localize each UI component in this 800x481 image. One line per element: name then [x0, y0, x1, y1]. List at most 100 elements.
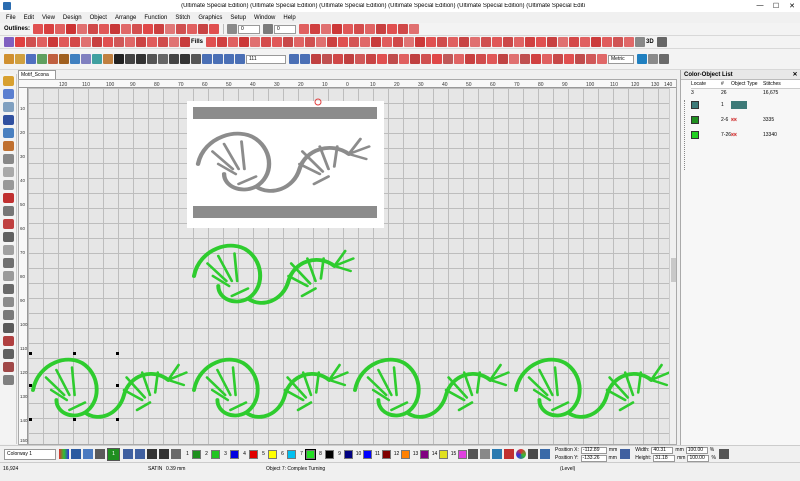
outline-blanket-icon[interactable]: [143, 24, 154, 34]
fill-type2-icon[interactable]: [217, 37, 228, 47]
show-needle-icon[interactable]: [410, 54, 420, 64]
fill-type24-icon[interactable]: [459, 37, 470, 47]
palette-swatch-2[interactable]: 2: [202, 449, 220, 459]
height-field[interactable]: 31.18: [653, 454, 676, 462]
trim-tool-icon[interactable]: [3, 336, 14, 346]
zoom-box-icon[interactable]: [224, 54, 234, 64]
spiral-tool-icon[interactable]: [3, 271, 14, 281]
zoom-in-icon[interactable]: [202, 54, 212, 64]
arc-tool-icon[interactable]: [3, 232, 14, 242]
menu-graphics[interactable]: Graphics: [198, 15, 222, 21]
outline-ripple-icon[interactable]: [198, 24, 209, 34]
fill-contour-icon[interactable]: [70, 37, 80, 47]
outline-extra3-icon[interactable]: [321, 24, 332, 34]
palette-menu-icon[interactable]: [468, 449, 478, 459]
vertical-scrollbar[interactable]: [669, 88, 676, 444]
fill-type27-icon[interactable]: [492, 37, 503, 47]
fill-type31-icon[interactable]: [536, 37, 547, 47]
stitch-tool-icon[interactable]: [3, 323, 14, 333]
menu-design[interactable]: Design: [63, 15, 82, 21]
record-tool-icon[interactable]: [3, 193, 14, 203]
show-functions-icon[interactable]: [432, 54, 442, 64]
fill-type36-icon[interactable]: [591, 37, 602, 47]
show-selected-icon[interactable]: [586, 54, 596, 64]
circle-tool-icon[interactable]: [3, 154, 14, 164]
minimize-button[interactable]: —: [752, 2, 768, 10]
selection-handle[interactable]: [29, 384, 32, 387]
color-wheel-icon[interactable]: [83, 449, 93, 459]
fill-type30-icon[interactable]: [525, 37, 536, 47]
color-picker-icon[interactable]: [516, 449, 526, 459]
fill-motif-icon[interactable]: [48, 37, 58, 47]
design-canvas[interactable]: 120 110 100 90 80 70 60 50 40 30 20 10 0…: [18, 79, 677, 445]
width-field[interactable]: 40.31: [651, 446, 674, 454]
col-object-type[interactable]: Object Type: [731, 80, 763, 88]
fill-type20-icon[interactable]: [415, 37, 426, 47]
units-field[interactable]: Metric: [608, 54, 634, 64]
show-grid-icon[interactable]: [355, 54, 365, 64]
curve-tool-icon[interactable]: [3, 258, 14, 268]
ring-tool-icon[interactable]: [3, 167, 14, 177]
show-rulers-icon[interactable]: [366, 54, 376, 64]
thread-chart-icon[interactable]: [71, 449, 81, 459]
trace-icon[interactable]: [528, 449, 538, 459]
palette-swatch-14[interactable]: 14: [430, 449, 448, 459]
fill-zigzag-icon[interactable]: [180, 37, 190, 47]
show-end-icon[interactable]: [542, 54, 552, 64]
menu-stitch[interactable]: Stitch: [175, 15, 190, 21]
show-fabric-icon[interactable]: [333, 54, 343, 64]
selection-handle[interactable]: [29, 352, 32, 355]
outline-candle-icon[interactable]: [121, 24, 132, 34]
oval-tool-icon[interactable]: [3, 180, 14, 190]
col-locate[interactable]: Locate: [691, 80, 721, 88]
kaleido-icon[interactable]: [81, 54, 91, 64]
outline-extra4-icon[interactable]: [332, 24, 343, 34]
fill-type1-icon[interactable]: [206, 37, 217, 47]
selection-handle[interactable]: [116, 418, 119, 421]
menu-setup[interactable]: Setup: [230, 15, 246, 21]
outline-extra2-icon[interactable]: [310, 24, 321, 34]
no-stop-icon[interactable]: [15, 37, 25, 47]
zoom-fit-icon[interactable]: [235, 54, 245, 64]
pan-icon[interactable]: [289, 54, 299, 64]
palette-swatch-1[interactable]: 1: [183, 449, 201, 459]
fill-type8-icon[interactable]: [283, 37, 294, 47]
selection-handle[interactable]: [73, 418, 76, 421]
pointer-tool-icon[interactable]: [4, 54, 14, 64]
menu-window[interactable]: Window: [254, 15, 275, 21]
fill-type25-icon[interactable]: [470, 37, 481, 47]
show-objects-icon[interactable]: [575, 54, 585, 64]
position-x-field[interactable]: -112.89: [580, 446, 607, 454]
square-tool-icon[interactable]: [3, 297, 14, 307]
fill-type9-icon[interactable]: [294, 37, 305, 47]
menu-file[interactable]: File: [6, 15, 16, 21]
show-trims-icon[interactable]: [454, 54, 464, 64]
save-icon[interactable]: [114, 54, 124, 64]
outline-cross-icon[interactable]: [154, 24, 165, 34]
zoom-field[interactable]: 111: [246, 54, 286, 64]
remove-color-icon[interactable]: [159, 449, 169, 459]
fill-type23-icon[interactable]: [448, 37, 459, 47]
menu-help[interactable]: Help: [283, 15, 295, 21]
fill-sculpt-icon[interactable]: [136, 37, 146, 47]
colorway-select[interactable]: Colorway 1: [4, 448, 56, 460]
apply-size-icon[interactable]: [718, 449, 729, 459]
array-icon[interactable]: [92, 54, 102, 64]
selection-handle[interactable]: [116, 384, 119, 387]
col-num[interactable]: #: [721, 80, 731, 88]
palette-swatch-6[interactable]: 6: [278, 449, 296, 459]
show-connectors-icon[interactable]: [421, 54, 431, 64]
scrollbar-thumb[interactable]: [671, 258, 676, 282]
fill-net-icon[interactable]: [147, 37, 157, 47]
fill-type16-icon[interactable]: [371, 37, 382, 47]
palette-swatch-3[interactable]: 3: [221, 449, 239, 459]
fill-type15-icon[interactable]: [360, 37, 371, 47]
outline-spin-field[interactable]: 0: [238, 24, 261, 34]
undo-icon[interactable]: [180, 54, 190, 64]
palette-swatch-9[interactable]: 9: [335, 449, 353, 459]
copy-icon[interactable]: [158, 54, 168, 64]
fill-fancy-icon[interactable]: [125, 37, 135, 47]
settings-icon[interactable]: [637, 54, 647, 64]
panel-close-icon[interactable]: ✕: [790, 70, 800, 79]
outline-satin-icon[interactable]: [44, 24, 55, 34]
